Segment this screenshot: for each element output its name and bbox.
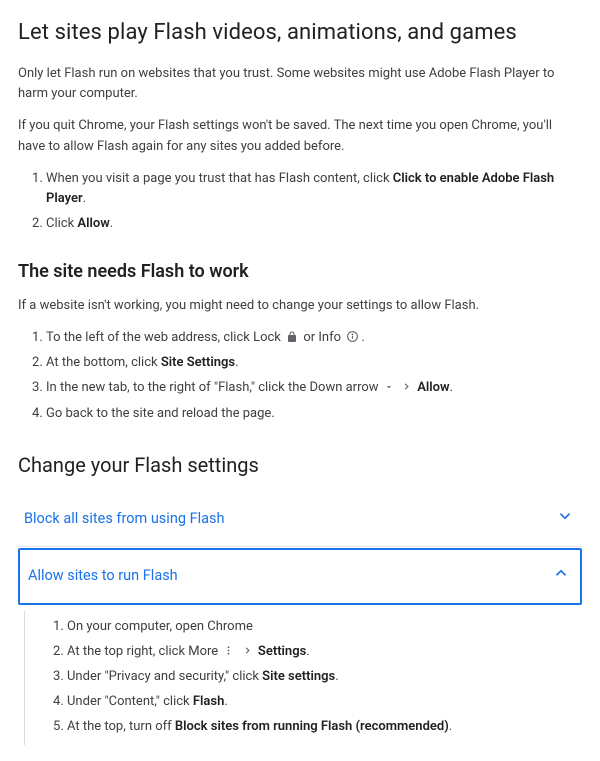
- more-vert-icon: [223, 645, 234, 656]
- text: .: [361, 330, 364, 345]
- list-item: When you visit a page you trust that has…: [46, 169, 582, 209]
- text: At the bottom, click: [46, 355, 161, 370]
- text: Under "Content," click: [67, 694, 193, 709]
- section-heading-change-settings: Change your Flash settings: [18, 450, 582, 481]
- steps-list-2: To the left of the web address, click Lo…: [18, 328, 582, 424]
- text: .: [449, 719, 452, 734]
- list-item: In the new tab, to the right of "Flash,"…: [46, 378, 582, 398]
- section-intro: If a website isn't working, you might ne…: [18, 296, 582, 316]
- list-item: Click Allow.: [46, 214, 582, 234]
- accordion-title: Block all sites from using Flash: [24, 508, 224, 530]
- chevron-up-icon: [552, 564, 570, 589]
- text: At the top, turn off: [67, 719, 175, 734]
- arrow-dropdown-icon: [384, 382, 394, 392]
- text: When you visit a page you trust that has…: [46, 171, 393, 186]
- text-bold: Allow: [417, 380, 449, 395]
- list-item: At the bottom, click Site Settings.: [46, 353, 582, 373]
- text: [396, 380, 399, 395]
- accordion-item-allow-sites: Allow sites to run Flash: [18, 548, 582, 605]
- list-item: On your computer, open Chrome: [67, 617, 582, 637]
- steps-list-3: On your computer, open Chrome At the top…: [41, 617, 582, 738]
- accordion-header[interactable]: Allow sites to run Flash: [20, 550, 580, 603]
- text: .: [110, 216, 113, 231]
- text: .: [235, 355, 238, 370]
- chevron-right-icon: [242, 645, 253, 656]
- text: In the new tab, to the right of "Flash,"…: [46, 380, 382, 395]
- section-heading-needs-flash: The site needs Flash to work: [18, 258, 582, 286]
- chevron-right-icon: [401, 381, 412, 392]
- list-item: At the top, turn off Block sites from ru…: [67, 717, 582, 737]
- text-bold: Site Settings: [161, 355, 235, 370]
- accordion-header[interactable]: Block all sites from using Flash: [18, 493, 582, 547]
- page-title: Let sites play Flash videos, animations,…: [18, 16, 582, 50]
- text: .: [83, 191, 86, 206]
- text: To the left of the web address, click Lo…: [46, 330, 284, 345]
- text-bold: Block sites from running Flash (recommen…: [175, 719, 449, 734]
- text: [236, 644, 239, 659]
- text: .: [306, 644, 309, 659]
- list-item: Under "Content," click Flash.: [67, 692, 582, 712]
- text-bold: Allow: [77, 216, 109, 231]
- text: .: [224, 694, 227, 709]
- accordion-title: Allow sites to run Flash: [28, 565, 178, 587]
- steps-list-1: When you visit a page you trust that has…: [18, 169, 582, 234]
- list-item: To the left of the web address, click Lo…: [46, 328, 582, 348]
- text: or Info: [300, 330, 344, 345]
- accordion-item-block-all: Block all sites from using Flash: [18, 493, 582, 548]
- text: .: [450, 380, 453, 395]
- intro-paragraph-2: If you quit Chrome, your Flash settings …: [18, 116, 582, 156]
- list-item: Under "Privacy and security," click Site…: [67, 667, 582, 687]
- text-bold: Flash: [193, 694, 224, 709]
- accordion: Block all sites from using Flash Allow s…: [18, 493, 582, 746]
- intro-paragraph-1: Only let Flash run on websites that you …: [18, 64, 582, 104]
- info-icon: [346, 330, 359, 343]
- text: At the top right, click More: [67, 644, 221, 659]
- text-bold: Settings: [258, 644, 306, 659]
- chevron-down-icon: [556, 507, 574, 532]
- accordion-body: On your computer, open Chrome At the top…: [24, 611, 582, 746]
- list-item: At the top right, click More Settings.: [67, 642, 582, 662]
- text-bold: Site settings: [262, 669, 335, 684]
- text: Under "Privacy and security," click: [67, 669, 262, 684]
- text: Click: [46, 216, 77, 231]
- text: .: [335, 669, 338, 684]
- list-item: Go back to the site and reload the page.: [46, 404, 582, 424]
- lock-icon: [286, 331, 298, 343]
